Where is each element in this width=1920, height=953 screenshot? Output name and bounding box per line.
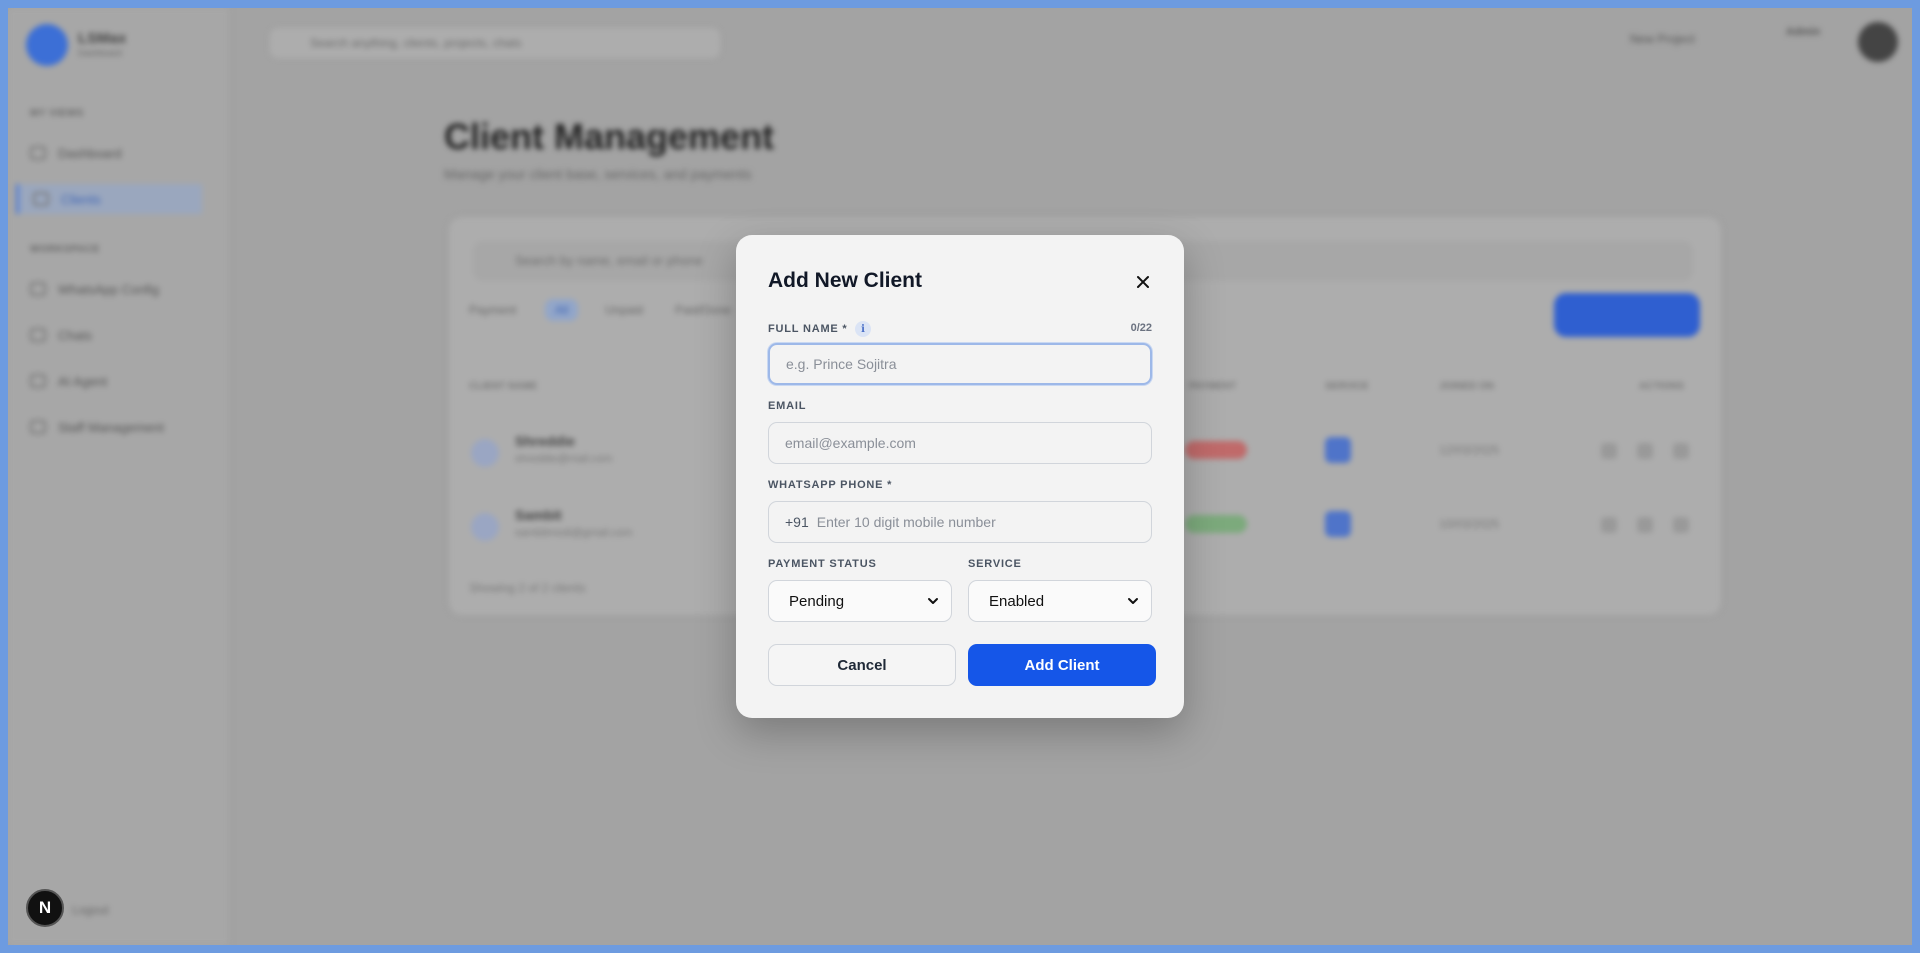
sidebar-item-dashboard[interactable]: Dashboard xyxy=(30,138,216,168)
sidebar-item-label: Clients xyxy=(61,191,101,207)
phone-input[interactable] xyxy=(816,514,1151,530)
sidebar-item-label: AI Agent xyxy=(58,373,108,389)
add-client-button[interactable]: Add Client xyxy=(968,644,1156,686)
column-header-client: CLIENT NAME xyxy=(469,381,538,392)
delete-icon[interactable] xyxy=(1673,443,1689,459)
table-footer: Showing 2 of 2 clients xyxy=(469,581,586,595)
users-icon xyxy=(30,420,46,434)
close-icon xyxy=(1137,276,1149,288)
filter-all[interactable]: All xyxy=(545,299,579,321)
sidebar-item-label: Dashboard xyxy=(58,145,122,161)
client-email: sambitmodi@gmail.com xyxy=(515,527,633,539)
page-title: Client Management xyxy=(444,116,775,157)
delete-icon[interactable] xyxy=(1673,517,1689,533)
joined-date: 12/03/2025 xyxy=(1439,443,1500,457)
clients-icon xyxy=(33,192,49,206)
service-select[interactable]: Enabled xyxy=(968,580,1152,622)
add-client-button-bg[interactable] xyxy=(1554,293,1700,337)
whatsapp-icon xyxy=(30,282,46,296)
filter-paid[interactable]: Paid/Done xyxy=(675,303,731,317)
global-search-input[interactable]: Search anything, clients, projects, chat… xyxy=(270,28,720,58)
dashboard-icon xyxy=(30,146,46,160)
client-email: shreddie@mail.com xyxy=(515,453,613,465)
info-icon[interactable]: i xyxy=(855,321,872,337)
sidebar-item-label: WhatsApp Config xyxy=(58,281,160,297)
sidebar-item-clients[interactable]: Clients xyxy=(16,184,202,214)
filter-label: Payment xyxy=(469,303,517,317)
column-header-payment: PAYMENT xyxy=(1189,381,1237,392)
email-input[interactable] xyxy=(768,422,1152,464)
sidebar-item-staff-management[interactable]: Staff Management xyxy=(30,412,216,442)
chevron-down-icon xyxy=(928,598,938,604)
country-code: +91 xyxy=(785,514,809,530)
close-button[interactable] xyxy=(1132,271,1154,293)
full-name-input[interactable] xyxy=(768,343,1152,385)
page-subtitle: Manage your client base, services, and p… xyxy=(444,166,752,182)
cancel-button[interactable]: Cancel xyxy=(768,644,956,686)
service-value: Enabled xyxy=(989,592,1045,610)
client-avatar xyxy=(471,513,499,541)
phone-label-text: WHATSAPP PHONE * xyxy=(768,479,893,491)
logo-icon xyxy=(26,24,68,66)
user-name: Admin xyxy=(1786,26,1821,38)
full-name-label: FULL NAME * i xyxy=(768,321,872,337)
phone-field[interactable]: +91 xyxy=(768,501,1152,543)
view-icon[interactable] xyxy=(1601,517,1617,533)
payment-status-label: PAYMENT STATUS xyxy=(768,558,877,570)
client-avatar xyxy=(471,439,499,467)
payment-status-label-text: PAYMENT STATUS xyxy=(768,558,877,570)
column-header-actions: ACTIONS xyxy=(1639,381,1684,392)
edit-icon[interactable] xyxy=(1637,517,1653,533)
avatar[interactable] xyxy=(1858,22,1898,62)
client-name: Shreddie xyxy=(515,433,575,449)
nav-section-workspace: WORKSPACE xyxy=(30,244,100,255)
service-toggle[interactable] xyxy=(1325,511,1351,537)
bot-icon xyxy=(30,374,46,388)
sidebar-item-chats[interactable]: Chats xyxy=(30,320,216,350)
app-window: LSMax Dashboard MY VIEWS Dashboard Clien… xyxy=(0,0,1920,953)
email-label: EMAIL xyxy=(768,400,806,412)
logo-text: LSMax xyxy=(78,30,127,47)
sidebar-item-ai-agent[interactable]: AI Agent xyxy=(30,366,216,396)
framework-badge[interactable]: N xyxy=(26,889,64,927)
email-label-text: EMAIL xyxy=(768,400,807,412)
joined-date: 10/03/2025 xyxy=(1439,517,1500,531)
edit-icon[interactable] xyxy=(1637,443,1653,459)
status-badge xyxy=(1185,441,1247,459)
add-client-dialog: Add New Client FULL NAME * i 0/22 EMAIL … xyxy=(736,235,1184,718)
payment-status-value: Pending xyxy=(789,592,845,610)
new-project-button[interactable]: New Project xyxy=(1630,32,1695,46)
column-header-service: SERVICE xyxy=(1325,381,1369,392)
service-toggle[interactable] xyxy=(1325,437,1351,463)
view-icon[interactable] xyxy=(1601,443,1617,459)
logout-link[interactable]: Logout xyxy=(72,903,109,917)
client-name: Sambit xyxy=(515,507,562,523)
sidebar-item-label: Staff Management xyxy=(58,419,164,435)
nav-section-my-views: MY VIEWS xyxy=(30,108,84,119)
payment-status-select[interactable]: Pending xyxy=(768,580,952,622)
service-label-text: SERVICE xyxy=(968,558,1022,570)
logo-subtitle: Dashboard xyxy=(78,48,123,58)
char-count: 0/22 xyxy=(1130,322,1152,334)
status-badge xyxy=(1185,515,1247,533)
column-header-joined: JOINED ON xyxy=(1439,381,1495,392)
sidebar-item-label: Chats xyxy=(58,327,92,343)
filter-unpaid[interactable]: Unpaid xyxy=(605,303,643,317)
dialog-title: Add New Client xyxy=(768,269,923,292)
service-label: SERVICE xyxy=(968,558,1022,570)
chat-icon xyxy=(30,328,46,342)
sidebar-item-whatsapp-config[interactable]: WhatsApp Config xyxy=(30,274,216,304)
phone-label: WHATSAPP PHONE * xyxy=(768,479,892,491)
sidebar: LSMax Dashboard MY VIEWS Dashboard Clien… xyxy=(8,8,230,945)
chevron-down-icon xyxy=(1128,598,1138,604)
full-name-label-text: FULL NAME * xyxy=(768,323,848,335)
